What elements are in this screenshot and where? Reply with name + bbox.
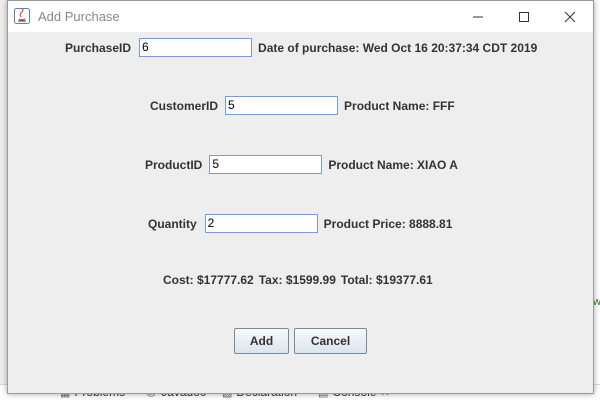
purchase-id-field[interactable]: 6: [139, 38, 253, 57]
cost-text: Cost: $17777.62: [163, 273, 254, 287]
total-text: Total: $19377.61: [340, 273, 433, 287]
purchase-id-label: PurchaseID: [65, 40, 132, 55]
close-button[interactable]: [547, 1, 593, 32]
minimize-button[interactable]: [455, 1, 501, 32]
title-bar[interactable]: Add Purchase: [8, 1, 593, 32]
summary-row: Cost: $17777.62 Tax: $1599.99 Total: $19…: [163, 273, 433, 287]
tax-text: Tax: $1599.99: [258, 273, 336, 287]
add-purchase-dialog: Add Purchase PurchaseID 6 Date of purcha…: [7, 0, 594, 394]
product-id-field[interactable]: 5: [209, 155, 323, 174]
add-button[interactable]: Add: [234, 328, 289, 354]
java-app-icon: [14, 8, 30, 24]
customer-id-label: CustomerID: [150, 98, 219, 113]
product-id-label: ProductID: [145, 157, 203, 172]
purchase-id-row: PurchaseID 6 Date of purchase: Wed Oct 1…: [65, 38, 537, 57]
minimize-icon: [473, 16, 483, 17]
maximize-button[interactable]: [501, 1, 547, 32]
background-window-edge: [593, 0, 600, 384]
customer-id-row: CustomerID 5 Product Name: FFF: [150, 96, 455, 115]
customer-id-field[interactable]: 5: [225, 96, 339, 115]
background-edge-text: w: [593, 296, 600, 308]
close-icon: [564, 11, 576, 22]
maximize-icon: [519, 11, 529, 22]
quantity-field[interactable]: 2: [204, 214, 318, 233]
product-price: Product Price: 8888.81: [323, 216, 453, 231]
form-panel: PurchaseID 6 Date of purchase: Wed Oct 1…: [8, 32, 593, 393]
quantity-label: Quantity: [148, 216, 197, 231]
product-id-row: ProductID 5 Product Name: XIAO A: [145, 155, 458, 174]
date-of-purchase: Date of purchase: Wed Oct 16 20:37:34 CD…: [258, 40, 538, 55]
customer-product-name: Product Name: FFF: [344, 98, 455, 113]
product-name: Product Name: XIAO A: [328, 157, 458, 172]
quantity-row: Quantity 2 Product Price: 8888.81: [148, 214, 452, 233]
window-title: Add Purchase: [38, 9, 120, 24]
cancel-button[interactable]: Cancel: [294, 328, 367, 354]
